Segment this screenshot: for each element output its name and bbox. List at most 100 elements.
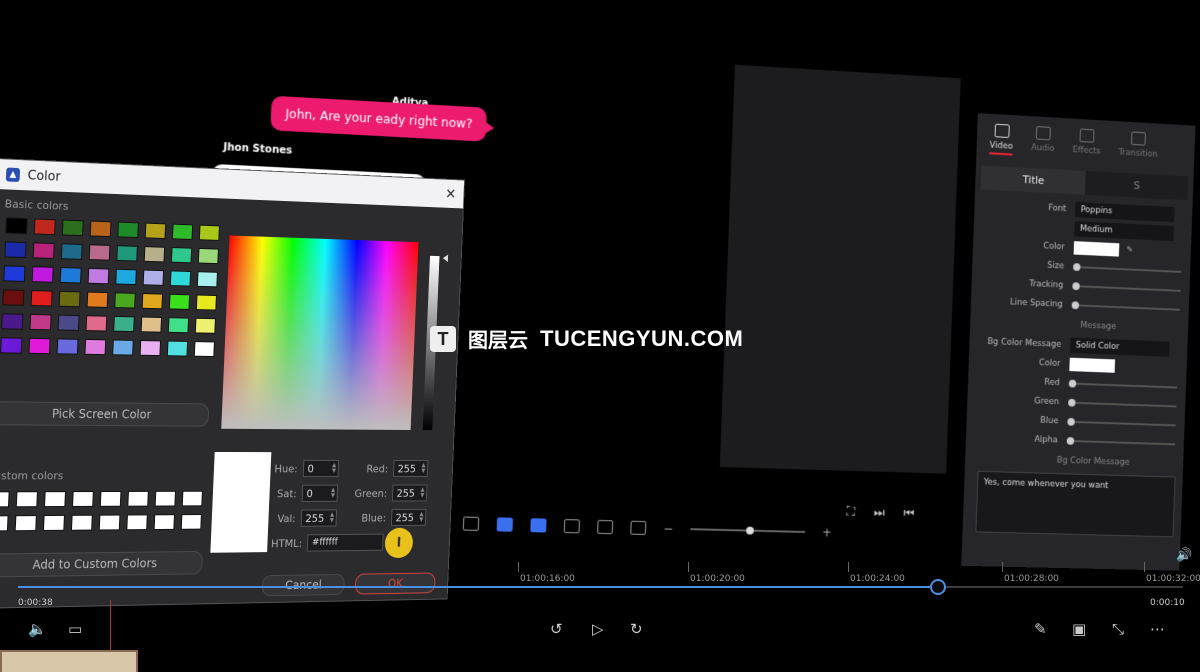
ok-button[interactable]: OK bbox=[355, 572, 436, 594]
basic-color-swatch[interactable] bbox=[85, 339, 107, 355]
spin-arrows-icon[interactable]: ▲ ▼ bbox=[421, 463, 427, 474]
basic-color-swatch[interactable] bbox=[143, 270, 164, 286]
basic-color-swatch[interactable] bbox=[59, 291, 81, 307]
color-spectrum[interactable] bbox=[221, 235, 418, 430]
player-progress-bar[interactable] bbox=[18, 586, 1183, 588]
close-icon[interactable]: ✕ bbox=[437, 185, 463, 203]
basic-color-swatch[interactable] bbox=[116, 245, 138, 261]
exit-fullscreen-icon[interactable]: ⤡ bbox=[1112, 620, 1124, 638]
basic-color-swatch[interactable] bbox=[167, 341, 188, 357]
flag-icon[interactable] bbox=[530, 518, 546, 532]
spin-arrows-icon[interactable]: ▲ ▼ bbox=[419, 512, 425, 523]
blue-spinbox[interactable]: 255 ▲ ▼ bbox=[391, 509, 426, 526]
basic-color-swatch[interactable] bbox=[199, 225, 220, 241]
custom-color-swatch[interactable] bbox=[71, 515, 93, 531]
custom-color-swatch[interactable] bbox=[181, 514, 202, 530]
zoom-in-icon[interactable]: + bbox=[822, 526, 832, 540]
basic-color-swatch[interactable] bbox=[144, 246, 165, 262]
spin-arrows-icon[interactable]: ▲ ▼ bbox=[332, 463, 338, 474]
basic-color-swatch[interactable] bbox=[140, 340, 161, 356]
zoom-custom-icon[interactable] bbox=[630, 521, 646, 535]
green-slider[interactable] bbox=[1068, 402, 1176, 408]
basic-color-swatch[interactable] bbox=[197, 271, 218, 287]
lock-icon[interactable] bbox=[463, 517, 479, 531]
red-slider[interactable] bbox=[1069, 383, 1177, 389]
basic-color-swatch[interactable] bbox=[88, 268, 110, 284]
basic-color-swatch[interactable] bbox=[87, 292, 109, 308]
custom-color-swatch[interactable] bbox=[72, 491, 94, 507]
custom-color-swatch[interactable] bbox=[99, 515, 121, 531]
tracking-slider[interactable] bbox=[1072, 285, 1180, 292]
basic-color-swatch[interactable] bbox=[3, 265, 25, 282]
basic-color-swatch[interactable] bbox=[5, 217, 27, 234]
custom-color-swatch[interactable] bbox=[100, 491, 122, 507]
custom-color-swatch[interactable] bbox=[16, 491, 38, 507]
picture-in-picture-icon[interactable]: ▣ bbox=[1072, 620, 1086, 638]
spin-arrows-icon[interactable]: ▲ ▼ bbox=[330, 512, 336, 523]
basic-color-swatch[interactable] bbox=[33, 242, 55, 259]
pick-screen-color-button[interactable]: Pick Screen Color bbox=[0, 401, 209, 427]
basic-color-swatch[interactable] bbox=[86, 315, 108, 331]
zoom-out-icon[interactable]: − bbox=[663, 522, 673, 536]
color-swatch[interactable] bbox=[1074, 241, 1120, 257]
add-custom-colors-button[interactable]: Add to Custom Colors bbox=[0, 551, 203, 578]
clip-thumbnail[interactable] bbox=[0, 650, 138, 672]
custom-color-swatch[interactable] bbox=[154, 514, 175, 530]
basic-color-swatch[interactable] bbox=[168, 317, 189, 333]
basic-color-swatch[interactable] bbox=[4, 241, 26, 258]
basic-color-swatch[interactable] bbox=[113, 316, 135, 332]
basic-color-swatch[interactable] bbox=[171, 247, 192, 263]
basic-color-swatch[interactable] bbox=[112, 339, 134, 355]
basic-color-swatch[interactable] bbox=[61, 243, 83, 260]
basic-color-swatch[interactable] bbox=[198, 248, 219, 264]
basic-color-swatch[interactable] bbox=[141, 317, 162, 333]
blue-slider[interactable] bbox=[1067, 421, 1175, 427]
basic-color-swatch[interactable] bbox=[195, 318, 216, 334]
custom-color-swatch[interactable] bbox=[127, 491, 148, 507]
val-spinbox[interactable]: 255 ▲ ▼ bbox=[301, 509, 337, 526]
basic-color-swatch[interactable] bbox=[62, 220, 84, 237]
line-spacing-slider[interactable] bbox=[1072, 304, 1180, 311]
volume-icon[interactable]: 🔈 bbox=[28, 620, 47, 638]
custom-color-swatch[interactable] bbox=[43, 515, 65, 531]
custom-color-swatch[interactable] bbox=[15, 515, 37, 531]
zoom-fit-icon[interactable] bbox=[564, 519, 580, 533]
basic-color-swatch[interactable] bbox=[57, 338, 79, 354]
custom-color-swatch[interactable] bbox=[155, 491, 176, 507]
basic-color-swatch[interactable] bbox=[117, 222, 138, 238]
forward-30-icon[interactable]: ↻ bbox=[630, 620, 643, 638]
custom-color-swatch[interactable] bbox=[126, 514, 147, 530]
basic-color-swatch[interactable] bbox=[169, 294, 190, 310]
basic-color-swatch[interactable] bbox=[34, 219, 56, 236]
tab-video[interactable]: Video bbox=[989, 123, 1013, 155]
alpha-slider[interactable] bbox=[1067, 440, 1175, 445]
bg-color-select[interactable]: Solid Color bbox=[1070, 338, 1170, 357]
play-icon[interactable]: ▷ bbox=[592, 620, 604, 638]
basic-color-swatch[interactable] bbox=[30, 314, 52, 330]
basic-color-swatch[interactable] bbox=[196, 295, 217, 311]
basic-color-swatch[interactable] bbox=[194, 341, 215, 357]
custom-color-swatch[interactable] bbox=[182, 491, 203, 507]
speaker-icon[interactable]: 🔊 bbox=[1176, 548, 1192, 563]
basic-color-swatch[interactable] bbox=[115, 269, 137, 285]
basic-color-swatch[interactable] bbox=[28, 338, 50, 354]
spin-arrows-icon[interactable]: ▲ ▼ bbox=[420, 487, 426, 498]
custom-color-swatch[interactable] bbox=[44, 491, 66, 507]
tab-audio[interactable]: Audio bbox=[1031, 126, 1055, 158]
basic-color-swatch[interactable] bbox=[142, 293, 163, 309]
basic-color-swatch[interactable] bbox=[145, 223, 166, 239]
basic-color-swatch[interactable] bbox=[2, 289, 24, 306]
hue-spinbox[interactable]: 0 ▲ ▼ bbox=[303, 460, 339, 477]
tab-effects[interactable]: Effects bbox=[1072, 128, 1101, 160]
basic-color-swatch[interactable] bbox=[90, 221, 112, 238]
basic-color-swatch[interactable] bbox=[60, 267, 82, 283]
captions-icon[interactable]: ▭ bbox=[68, 620, 82, 638]
basic-color-swatch[interactable] bbox=[32, 266, 54, 283]
custom-color-swatch[interactable] bbox=[0, 491, 10, 507]
basic-color-swatch[interactable] bbox=[31, 290, 53, 306]
basic-color-swatch[interactable] bbox=[89, 244, 111, 260]
rewind-10-icon[interactable]: ↺ bbox=[550, 620, 563, 638]
more-options-icon[interactable]: ⋯ bbox=[1150, 620, 1165, 638]
zoom-detail-icon[interactable] bbox=[597, 520, 613, 534]
basic-color-swatch[interactable] bbox=[58, 315, 80, 331]
